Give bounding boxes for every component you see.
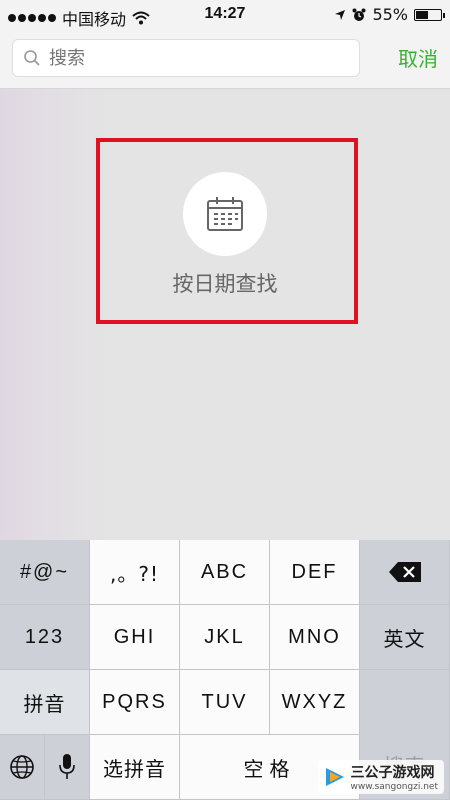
search-by-date-button[interactable] — [183, 172, 267, 256]
key-jkl[interactable]: JKL — [180, 605, 270, 670]
key-microphone[interactable] — [45, 735, 90, 800]
backspace-icon — [388, 562, 421, 582]
key-ghi[interactable]: GHI — [90, 605, 180, 670]
key-select-pinyin[interactable]: 选拼音 — [90, 735, 180, 800]
search-content-area: 按日期查找 — [0, 89, 450, 540]
key-numbers[interactable]: 123 — [0, 605, 90, 670]
key-def[interactable]: DEF — [270, 540, 360, 605]
alarm-icon — [352, 8, 366, 21]
key-punctuation[interactable]: ,。?! — [90, 540, 180, 605]
search-by-date-label[interactable]: 按日期查找 — [100, 268, 350, 298]
watermark: 三公子游戏网 www.sangongzi.net — [318, 760, 444, 794]
key-wxyz[interactable]: WXYZ — [270, 670, 360, 735]
calendar-icon — [207, 197, 243, 231]
battery-fill — [416, 10, 428, 19]
status-bar: 中国移动 14:27 55% — [0, 0, 450, 30]
search-icon — [24, 50, 40, 66]
microphone-icon — [59, 754, 75, 779]
key-english[interactable]: 英文 — [360, 605, 450, 670]
search-input[interactable] — [47, 46, 331, 70]
key-globe[interactable] — [0, 735, 45, 800]
globe-icon — [10, 755, 34, 779]
key-pqrs[interactable]: PQRS — [90, 670, 180, 735]
key-mno[interactable]: MNO — [270, 605, 360, 670]
key-symbols[interactable]: #@~ — [0, 540, 90, 605]
battery-percent: 55% — [372, 5, 408, 24]
key-tuv[interactable]: TUV — [180, 670, 270, 735]
watermark-brand: 三公子游戏网 — [350, 765, 435, 781]
site-logo-icon — [326, 768, 345, 786]
search-bar[interactable] — [12, 39, 360, 77]
search-header: 取消 — [0, 30, 450, 89]
battery-icon — [414, 8, 445, 21]
location-arrow-icon — [335, 9, 346, 20]
backspace-key[interactable] — [360, 540, 450, 605]
key-abc[interactable]: ABC — [180, 540, 270, 605]
cancel-button[interactable]: 取消 — [398, 43, 438, 72]
key-pinyin[interactable]: 拼音 — [0, 670, 90, 735]
watermark-url: www.sangongzi.net — [350, 782, 438, 792]
